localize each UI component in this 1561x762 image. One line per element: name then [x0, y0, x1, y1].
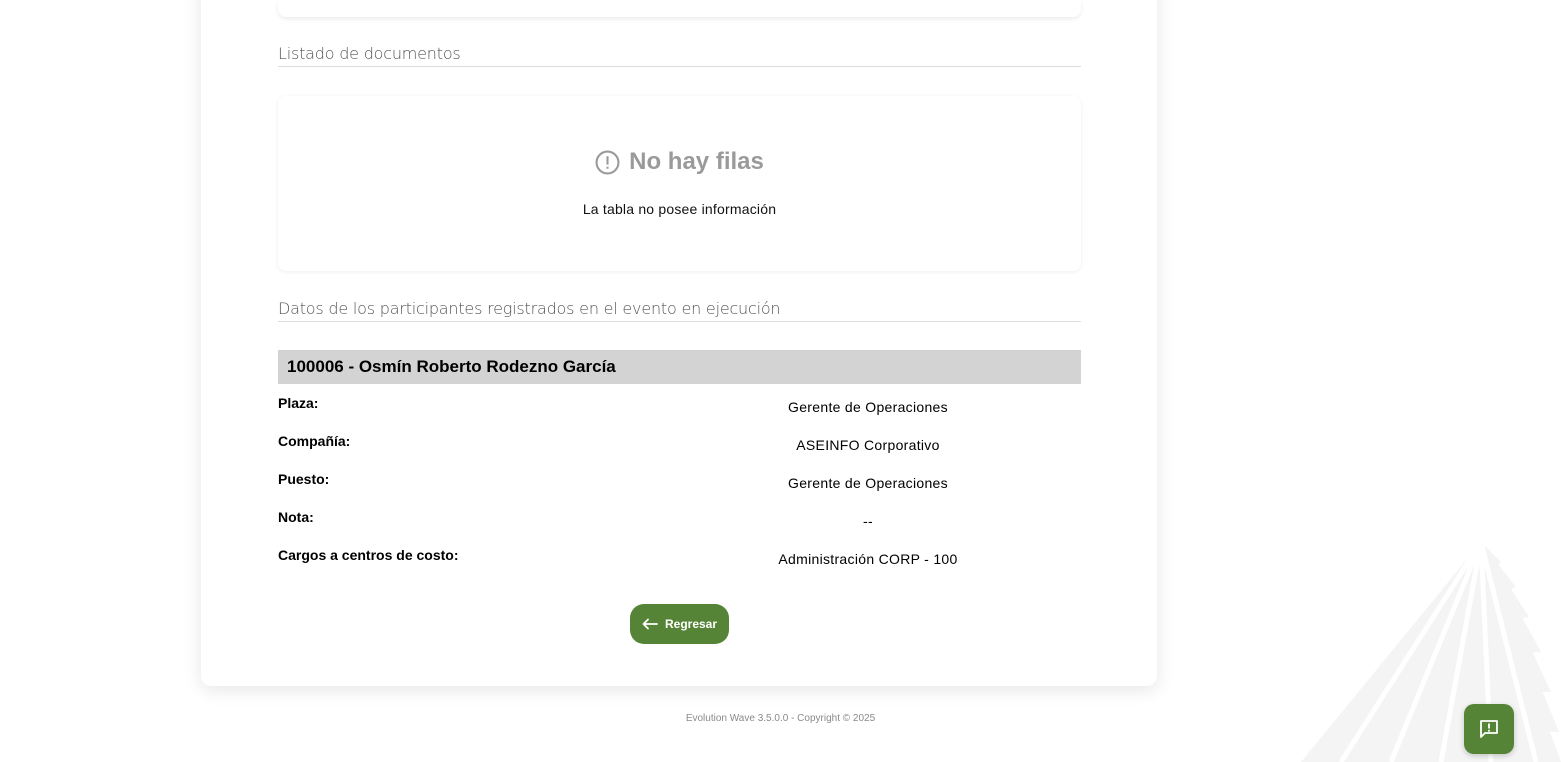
- footer-copyright: Evolution Wave 3.5.0.0 - Copyright © 202…: [685, 713, 876, 724]
- field-row-puesto: Puesto: Gerente de Operaciones: [278, 471, 1081, 495]
- field-label: Cargos a centros de costo:: [278, 547, 459, 563]
- documents-table-empty: No hay filas La tabla no posee informaci…: [278, 96, 1081, 271]
- field-value: Administración CORP - 100: [778, 551, 958, 567]
- empty-state-header: No hay filas: [278, 148, 1081, 176]
- arrow-left-icon: [642, 618, 658, 630]
- field-row-cargos: Cargos a centros de costo: Administració…: [278, 547, 1081, 571]
- feedback-icon: [1480, 720, 1498, 738]
- back-button-label: Regresar: [664, 617, 718, 631]
- previous-panel-edge: [278, 0, 1081, 17]
- field-label: Compañía:: [278, 433, 351, 449]
- field-label: Plaza:: [278, 395, 319, 411]
- empty-state-title: No hay filas: [629, 148, 764, 175]
- documents-section-title: Listado de documentos: [278, 44, 1081, 67]
- participants-section-title: Datos de los participantes registrados e…: [278, 299, 1081, 322]
- field-row-nota: Nota: --: [278, 509, 1081, 533]
- field-value: Gerente de Operaciones: [788, 399, 948, 415]
- field-row-compania: Compañía: ASEINFO Corporativo: [278, 433, 1081, 457]
- field-label: Puesto:: [278, 471, 330, 487]
- alert-circle-icon: [595, 150, 620, 174]
- field-label: Nota:: [278, 509, 314, 525]
- field-value: --: [863, 513, 873, 529]
- field-value: ASEINFO Corporativo: [796, 437, 940, 453]
- field-row-plaza: Plaza: Gerente de Operaciones: [278, 395, 1081, 419]
- field-value: Gerente de Operaciones: [788, 475, 948, 491]
- participant-header: 100006 - Osmín Roberto Rodezno García: [278, 350, 1081, 384]
- background-watermark-logo: [1301, 542, 1561, 762]
- back-button[interactable]: Regresar: [630, 604, 729, 644]
- empty-state-message: La tabla no posee información: [582, 201, 777, 217]
- feedback-button[interactable]: [1464, 704, 1514, 754]
